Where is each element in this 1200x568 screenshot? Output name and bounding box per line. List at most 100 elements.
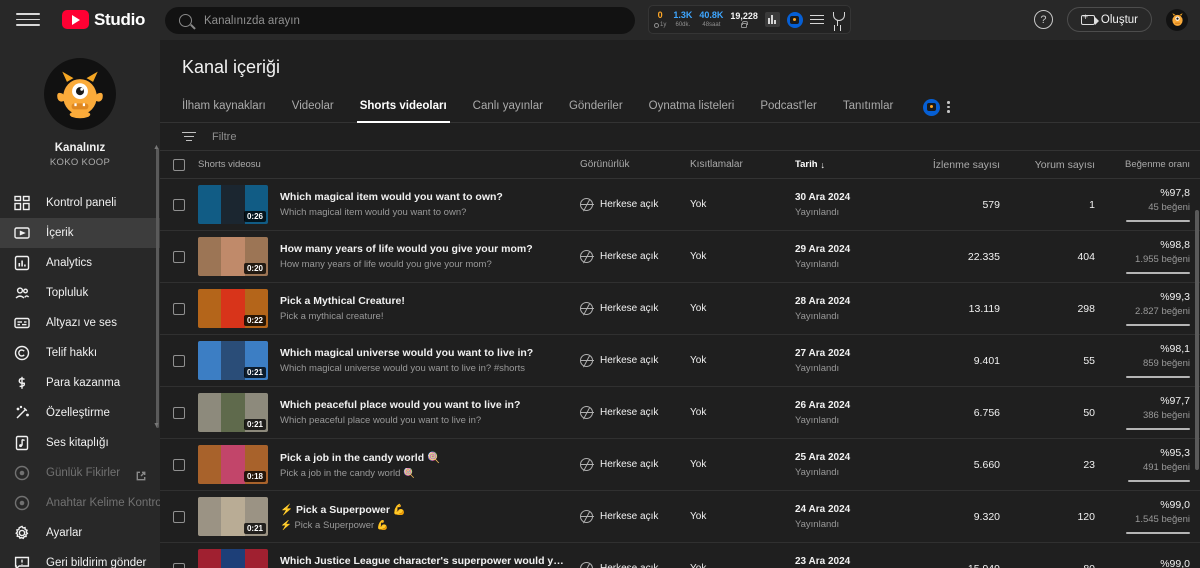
tab-playlists[interactable]: Oynatma listeleri (649, 92, 735, 122)
video-title[interactable]: Pick a job in the candy world 🍭 (280, 451, 440, 464)
sidebar-item-feedback[interactable]: Geri bildirim gönder (0, 548, 160, 568)
like-ratio-bar (1126, 323, 1190, 327)
filter-placeholder[interactable]: Filtre (212, 131, 236, 143)
sidebar-item-audio-library[interactable]: Ses kitaplığı (0, 428, 160, 458)
video-title[interactable]: Pick a Mythical Creature! (280, 295, 405, 307)
video-duration: 0:21 (243, 523, 266, 534)
table-row[interactable]: 0:21 ⚡ Pick a Superpower 💪 ⚡ Pick a Superp… (160, 491, 1200, 543)
tab-live[interactable]: Canlı yayınlar (473, 92, 543, 122)
select-all-checkbox[interactable] (173, 158, 185, 171)
video-title[interactable]: Which magical universe would you want to… (280, 347, 533, 359)
like-count: 45 beğeni (1148, 201, 1190, 213)
table-row[interactable]: 0:22 Pick a Mythical Creature! Pick a myth… (160, 283, 1200, 335)
column-header-date[interactable]: Tarih ↓ (795, 159, 900, 170)
column-header-likes[interactable]: Beğenme oranı (1095, 159, 1200, 170)
video-title[interactable]: ⚡ Pick a Superpower 💪 (280, 503, 406, 516)
video-duration: 0:21 (243, 367, 266, 378)
tab-inspiration[interactable]: İlham kaynakları (182, 92, 266, 122)
trophy-icon[interactable] (831, 12, 845, 27)
tab-promotions[interactable]: Tanıtımlar (843, 92, 894, 122)
tab-posts[interactable]: Gönderiler (569, 92, 623, 122)
more-options-icon[interactable] (942, 101, 954, 113)
video-thumbnail[interactable]: 0:21 (198, 497, 268, 536)
video-title[interactable]: Which Justice League character's superpo… (280, 555, 570, 567)
sidebar-item-customization[interactable]: Özelleştirme (0, 398, 160, 428)
sidebar-item-analytics[interactable]: Analytics (0, 248, 160, 278)
like-ratio-bar (1126, 427, 1190, 431)
row-checkbox[interactable] (173, 198, 185, 211)
row-checkbox[interactable] (173, 458, 185, 471)
channel-avatar[interactable] (44, 58, 116, 130)
video-description: ⚡ Pick a Superpower 💪 (280, 519, 389, 531)
video-thumbnail[interactable]: 0:21 (198, 341, 268, 380)
publish-status: Yayınlandı (795, 258, 840, 270)
column-header-views[interactable]: İzlenme sayısı (900, 159, 1000, 171)
avatar[interactable] (1166, 8, 1188, 31)
sidebar-scrollbar[interactable] (156, 148, 159, 428)
filter-icon[interactable] (182, 131, 196, 142)
video-title[interactable]: Which magical item would you want to own… (280, 191, 503, 203)
column-header-visibility: Görünürlük (580, 159, 630, 170)
table-row[interactable]: 0:18 Pick a job in the candy world 🍭 Pick … (160, 439, 1200, 491)
monster-avatar-icon (1171, 13, 1183, 26)
globe-icon (580, 406, 594, 419)
table-row[interactable]: 0:21 Which magical universe would you wan… (160, 335, 1200, 387)
sidebar-scroll-down-arrow[interactable]: ▼ (153, 422, 160, 429)
channel-header[interactable]: Kanalınız KOKO KOOP (0, 40, 160, 182)
table-row[interactable]: Which Justice League character's superpo… (160, 543, 1200, 568)
sidebar-item-keyword-control[interactable]: Anahtar Kelime Kontrolü (0, 488, 160, 518)
video-thumbnail[interactable]: 0:18 (198, 445, 268, 484)
row-checkbox[interactable] (173, 250, 185, 263)
video-title[interactable]: How many years of life would you give yo… (280, 243, 533, 255)
tab-podcasts[interactable]: Podcast'ler (760, 92, 817, 122)
create-button[interactable]: Oluştur (1066, 7, 1152, 32)
main-scrollbar[interactable] (1195, 210, 1199, 470)
sidebar-item-label: Para kazanma (46, 377, 121, 389)
video-title[interactable]: Which peaceful place would you want to l… (280, 399, 520, 411)
sidebar-scroll-up-arrow[interactable]: ▲ (153, 144, 160, 151)
row-checkbox[interactable] (173, 406, 185, 419)
list-view-icon[interactable] (809, 14, 824, 25)
channel-avatar-icon[interactable] (786, 11, 803, 28)
sidebar-item-settings[interactable]: Ayarlar (0, 518, 160, 548)
publish-status: Yayınlandı (795, 414, 840, 426)
search-bar[interactable] (165, 7, 635, 34)
like-percentage: %97,8 (1160, 186, 1190, 199)
channel-badge-icon[interactable] (923, 98, 941, 116)
video-thumbnail[interactable]: 0:26 (198, 185, 268, 224)
studio-logo[interactable]: Studio (62, 10, 145, 30)
video-thumbnail[interactable] (198, 549, 268, 568)
row-checkbox[interactable] (173, 562, 185, 568)
sidebar-item-content[interactable]: İçerik (0, 218, 160, 248)
help-icon[interactable]: ? (1033, 10, 1053, 29)
row-checkbox[interactable] (173, 302, 185, 315)
video-thumbnail[interactable]: 0:22 (198, 289, 268, 328)
video-duration: 0:21 (243, 419, 266, 430)
sidebar-item-copyright[interactable]: Telif hakkı (0, 338, 160, 368)
row-checkbox[interactable] (173, 510, 185, 523)
analytics-chart-icon[interactable] (764, 12, 780, 27)
sidebar-item-community[interactable]: Topluluk (0, 278, 160, 308)
channel-stats-widget[interactable]: 0 1y 1.3K 60dk. 40.8K 48saat 19,228 (648, 5, 851, 34)
column-header-comments[interactable]: Yorum sayısı (1000, 159, 1095, 171)
video-duration: 0:22 (243, 315, 266, 326)
sidebar-item-label: Geri bildirim gönder (46, 557, 147, 568)
video-thumbnail[interactable]: 0:21 (198, 393, 268, 432)
sidebar-item-monetization[interactable]: Para kazanma (0, 368, 160, 398)
comment-count: 23 (1083, 458, 1095, 471)
gear-icon (14, 525, 30, 541)
sidebar-item-dashboard[interactable]: Kontrol paneli (0, 188, 160, 218)
tab-videos[interactable]: Videolar (292, 92, 334, 122)
search-input[interactable] (204, 14, 621, 27)
table-row[interactable]: 0:26 Which magical item would you want to… (160, 179, 1200, 231)
sidebar-item-daily-ideas[interactable]: Günlük Fikirler (0, 458, 160, 488)
video-thumbnail[interactable]: 0:20 (198, 237, 268, 276)
table-row[interactable]: 0:20 How many years of life would you giv… (160, 231, 1200, 283)
publish-status: Yayınlandı (795, 206, 840, 218)
row-checkbox[interactable] (173, 354, 185, 367)
copyright-icon (14, 345, 30, 361)
table-row[interactable]: 0:21 Which peaceful place would you want … (160, 387, 1200, 439)
sidebar-item-subtitles[interactable]: Altyazı ve ses (0, 308, 160, 338)
tab-shorts[interactable]: Shorts videoları (356, 92, 450, 123)
hamburger-menu-icon[interactable] (16, 8, 40, 32)
